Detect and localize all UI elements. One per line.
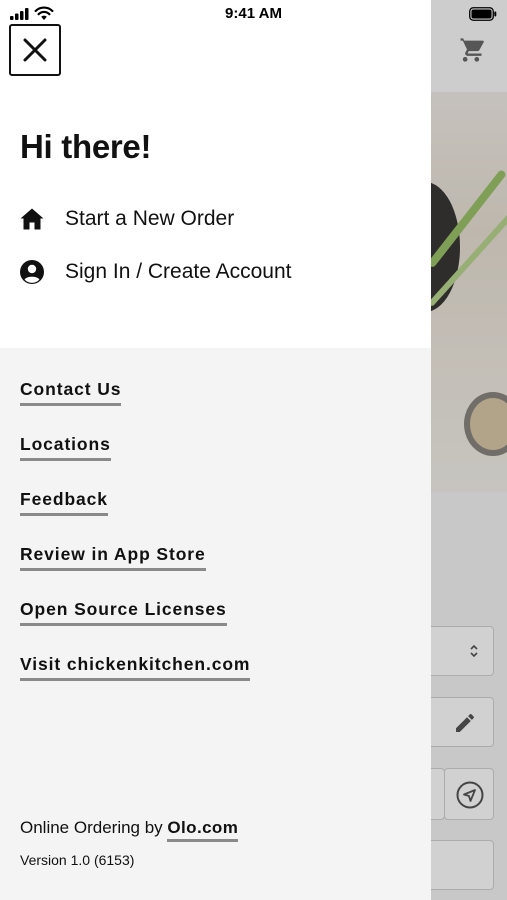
online-ordering-credit: Online Ordering by Olo.com (20, 818, 239, 842)
status-bar: 9:41 AM (0, 0, 507, 28)
status-time: 9:41 AM (225, 5, 282, 22)
close-button[interactable] (9, 24, 61, 76)
account-icon (18, 258, 46, 286)
link-contact-us[interactable]: Contact Us (20, 378, 122, 406)
version-label: Version 1.0 (6153) (20, 852, 135, 868)
menu-item-sign-in[interactable]: Sign In / Create Account (18, 254, 291, 290)
close-icon (23, 38, 47, 62)
greeting-heading: Hi there! (20, 128, 152, 165)
link-open-source-licenses[interactable]: Open Source Licenses (20, 598, 227, 626)
menu-item-label: Start a New Order (65, 207, 235, 230)
link-review-app-store[interactable]: Review in App Store (20, 543, 206, 571)
side-drawer: Hi there! Start a New Order Sign In / Cr… (0, 0, 431, 900)
drawer-header-section: Hi there! Start a New Order Sign In / Cr… (0, 0, 431, 348)
olo-link[interactable]: Olo.com (167, 818, 239, 842)
link-locations[interactable]: Locations (20, 433, 111, 461)
menu-item-start-new-order[interactable]: Start a New Order (18, 201, 234, 237)
online-ordering-prefix: Online Ordering by (20, 818, 163, 837)
menu-item-label: Sign In / Create Account (65, 260, 292, 283)
home-icon (18, 205, 46, 233)
link-visit-website[interactable]: Visit chickenkitchen.com (20, 653, 251, 681)
battery-icon (469, 7, 497, 21)
link-feedback[interactable]: Feedback (20, 488, 108, 516)
